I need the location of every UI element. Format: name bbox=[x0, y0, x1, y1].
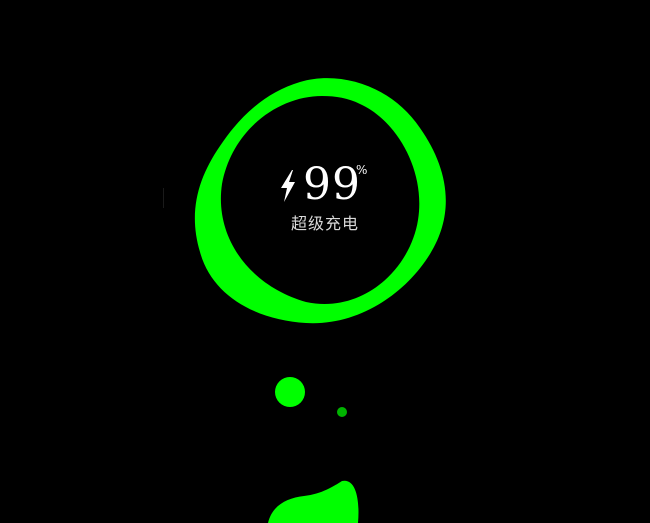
bubble-large bbox=[275, 377, 305, 407]
charge-readout: 99 % bbox=[276, 160, 386, 210]
charging-mode-label: 超级充电 bbox=[290, 214, 359, 233]
charge-source-blob bbox=[268, 480, 359, 523]
charge-percentage: 99 bbox=[303, 159, 361, 210]
bubble-small bbox=[337, 407, 347, 417]
lightning-bolt-icon bbox=[281, 170, 295, 202]
percent-unit: % bbox=[356, 163, 368, 177]
charging-animation bbox=[163, 78, 446, 523]
charging-screen: 99 % 超级充电 bbox=[0, 0, 650, 523]
ring-edge-mark bbox=[163, 188, 164, 208]
